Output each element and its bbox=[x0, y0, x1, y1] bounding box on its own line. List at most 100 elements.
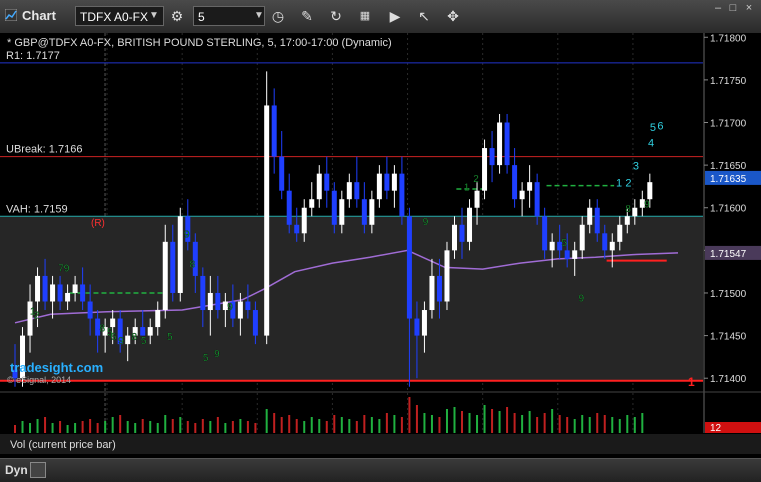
candle-up bbox=[301, 207, 307, 234]
volume-bar bbox=[348, 419, 351, 433]
candle-up bbox=[65, 292, 71, 302]
candle-up bbox=[391, 173, 397, 191]
candle-up bbox=[35, 275, 41, 302]
candle-down bbox=[564, 250, 570, 259]
price-chart[interactable]: R1: 1.7177UBreak: 1.7166VAH: 1.71591 127… bbox=[0, 33, 761, 470]
volume-bar bbox=[385, 413, 388, 433]
volume-bar bbox=[581, 415, 584, 433]
pencil-icon[interactable]: ✎ bbox=[297, 6, 317, 26]
cursor-icon[interactable]: ↖ bbox=[414, 6, 434, 26]
lock-icon[interactable] bbox=[30, 462, 46, 478]
symbol-dropdown-icon[interactable]: ▼ bbox=[144, 6, 164, 26]
volume-bar bbox=[633, 417, 636, 433]
volume-bar bbox=[453, 407, 456, 433]
volume-bar bbox=[476, 415, 479, 433]
candle-down bbox=[406, 216, 412, 319]
y-tick-label: 1.71700 bbox=[710, 119, 747, 130]
candle-down bbox=[80, 284, 86, 302]
candle-up bbox=[72, 284, 78, 293]
volume-bar bbox=[618, 419, 621, 433]
volume-bar bbox=[461, 411, 464, 433]
refresh-icon[interactable]: ↻ bbox=[326, 6, 346, 26]
volume-bar bbox=[393, 415, 396, 433]
candle-down bbox=[271, 105, 277, 157]
volume-bar bbox=[415, 405, 418, 433]
y-tick-label: 1.71450 bbox=[710, 332, 747, 343]
volume-bar bbox=[216, 417, 219, 433]
setup-count-label: 8 bbox=[100, 323, 106, 334]
interval-dropdown-icon[interactable]: ▼ bbox=[249, 6, 269, 26]
chart-window-icon bbox=[5, 9, 17, 21]
candle-down bbox=[87, 301, 93, 319]
volume-bar bbox=[558, 415, 561, 433]
maximize-button[interactable]: □ bbox=[727, 3, 739, 14]
y-tick-label: 1.71750 bbox=[710, 76, 747, 87]
candle-up bbox=[125, 335, 131, 345]
volume-bar bbox=[573, 419, 576, 433]
volume-bar bbox=[164, 415, 167, 433]
volume-bar bbox=[239, 419, 242, 433]
candle-up bbox=[110, 318, 116, 328]
play-icon[interactable]: ▶ bbox=[385, 6, 405, 26]
candle-down bbox=[602, 233, 608, 251]
settings-gear-icon[interactable]: ⚙ bbox=[167, 6, 187, 26]
candle-down bbox=[215, 292, 221, 311]
volume-bar bbox=[179, 417, 182, 433]
y-tick-label: 1.71500 bbox=[710, 289, 747, 300]
volume-bar bbox=[29, 423, 32, 433]
volume-bar bbox=[194, 423, 197, 433]
sequential-count-label: 4 bbox=[648, 137, 654, 149]
setup-count-label: 79 bbox=[58, 264, 70, 275]
volume-bar bbox=[438, 417, 441, 433]
scope-icon[interactable]: ▦ bbox=[355, 6, 375, 26]
pan-icon[interactable]: ✥ bbox=[443, 6, 463, 26]
status-bar: Dyn bbox=[0, 458, 761, 482]
volume-bar bbox=[400, 417, 403, 433]
last-price-label: 1.71635 bbox=[710, 174, 747, 185]
volume-bar bbox=[363, 415, 366, 433]
candle-up bbox=[527, 182, 533, 191]
candle-down bbox=[414, 318, 420, 336]
close-button[interactable]: × bbox=[743, 3, 755, 14]
candle-up bbox=[207, 292, 213, 311]
volume-bar bbox=[408, 397, 411, 433]
chart-title: * GBP@TDFX A0-FX, BRITISH POUND STERLING… bbox=[7, 37, 392, 49]
volume-bar bbox=[498, 411, 501, 433]
volume-bar bbox=[280, 417, 283, 433]
level-label-ubreak: UBreak: 1.7166 bbox=[6, 144, 82, 156]
vwap-price-label: 1.71547 bbox=[710, 249, 747, 260]
setup-count-label: 5 bbox=[203, 353, 209, 364]
y-tick-label: 1.71600 bbox=[710, 204, 747, 215]
volume-bar bbox=[81, 421, 84, 433]
setup-count-label: 9 bbox=[644, 200, 650, 211]
setup-count-label: 9 bbox=[214, 349, 220, 360]
clock-icon[interactable]: ◷ bbox=[268, 6, 288, 26]
candle-up bbox=[316, 173, 322, 200]
volume-bar bbox=[536, 417, 539, 433]
candle-down bbox=[436, 275, 442, 302]
volume-bar bbox=[491, 409, 494, 433]
setup-count-label: 8 bbox=[131, 332, 137, 343]
candle-up bbox=[177, 216, 183, 293]
minimize-button[interactable]: – bbox=[712, 3, 724, 14]
volume-bar bbox=[603, 415, 606, 433]
candle-up bbox=[482, 148, 488, 191]
candle-up bbox=[519, 190, 525, 200]
volume-bar bbox=[111, 417, 114, 433]
candle-up bbox=[429, 275, 435, 311]
volume-bar bbox=[626, 415, 629, 433]
setup-count-label: 8 bbox=[190, 259, 196, 270]
volume-bar bbox=[44, 417, 47, 433]
candle-down bbox=[324, 173, 330, 191]
volume-bar bbox=[126, 421, 129, 433]
dynamic-mode-label[interactable]: Dyn bbox=[5, 463, 28, 477]
candle-down bbox=[361, 199, 367, 225]
candle-up bbox=[647, 182, 653, 200]
chart-area[interactable]: R1: 1.7177 UBreak: 1.7166 VAH: 1.7159 1 127… bbox=[0, 33, 761, 481]
setup-count-label: 8 bbox=[625, 204, 631, 215]
setup-count-label: 5 bbox=[167, 332, 173, 343]
watermark: tradesight.com bbox=[10, 360, 103, 375]
candle-up bbox=[579, 224, 585, 251]
volume-bar bbox=[340, 417, 343, 433]
volume-bar bbox=[104, 421, 107, 433]
